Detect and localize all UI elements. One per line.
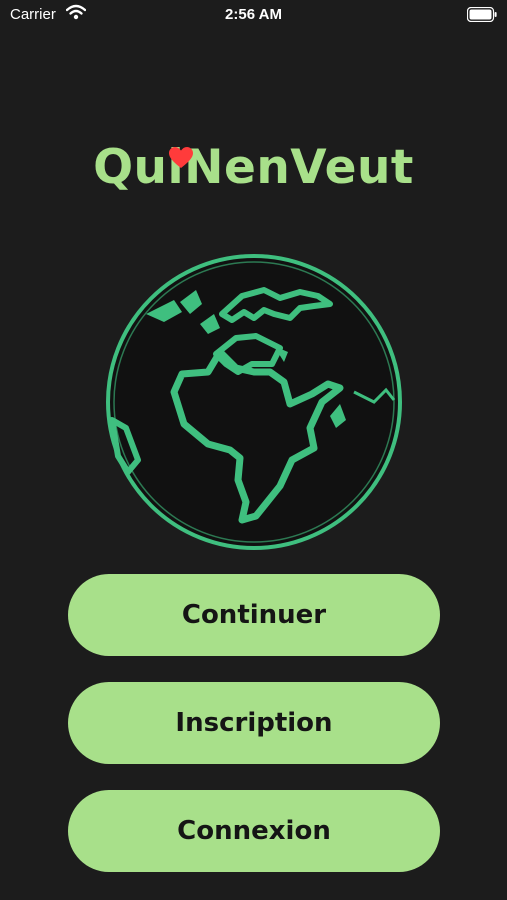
status-bar: Carrier 2:56 AM [0, 0, 507, 32]
signup-button[interactable]: Inscription [68, 682, 440, 764]
brand-logo: QuiNenVeut [0, 140, 507, 210]
globe-icon [104, 252, 404, 556]
signup-button-label: Inscription [175, 708, 333, 738]
app-title: QuiNenVeut [93, 140, 414, 195]
battery-icon [466, 6, 497, 26]
heart-icon [168, 146, 194, 174]
continue-button[interactable]: Continuer [68, 574, 440, 656]
login-button-label: Connexion [177, 816, 331, 846]
login-button[interactable]: Connexion [68, 790, 440, 872]
status-time: 2:56 AM [225, 6, 282, 23]
continue-button-label: Continuer [181, 600, 327, 630]
